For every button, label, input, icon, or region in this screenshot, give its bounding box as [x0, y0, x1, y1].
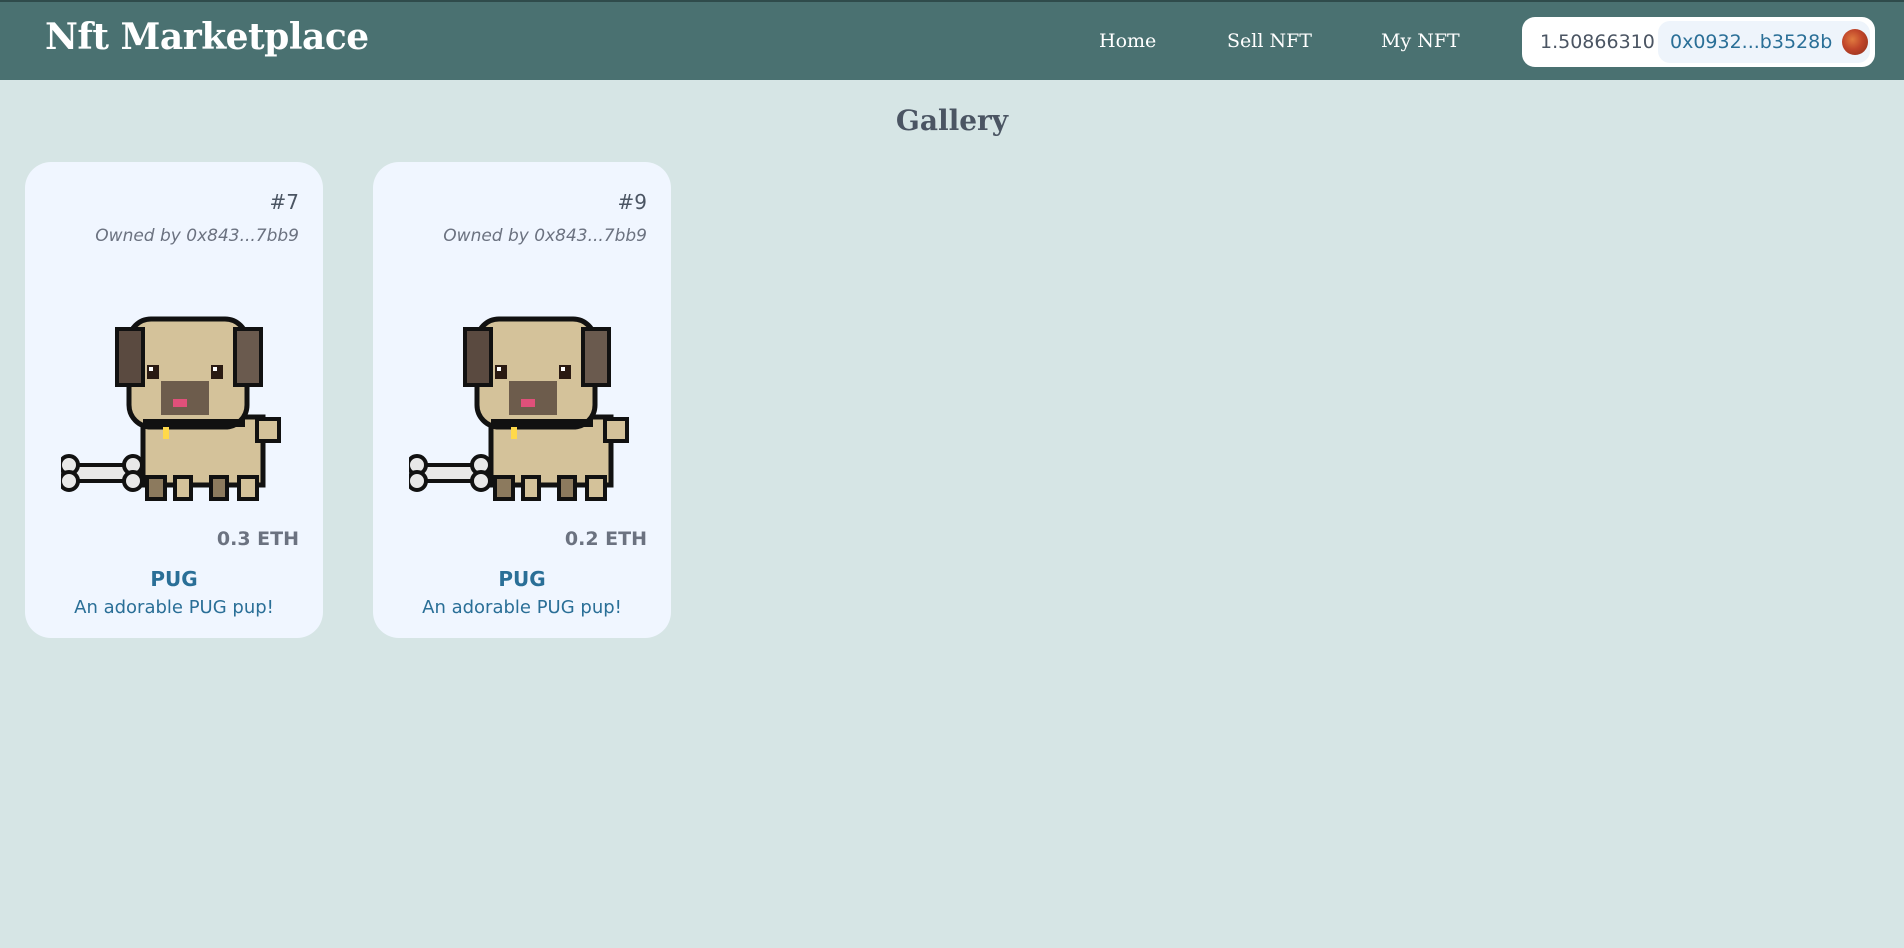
nav-my-nft-link[interactable]: My NFT	[1381, 30, 1460, 52]
wallet-avatar-icon	[1842, 29, 1868, 55]
brand-title[interactable]: Nft Marketplace	[45, 16, 369, 58]
wallet-widget[interactable]: 1.50866310 0x0932...b3528b	[1522, 17, 1875, 67]
page-title: Gallery	[895, 104, 1009, 137]
wallet-address: 0x0932...b3528b	[1670, 31, 1833, 53]
pug-image-icon	[61, 316, 281, 501]
nft-owner: Owned by 0x843...7bb9	[95, 226, 299, 246]
nft-description: An adorable PUG pup!	[422, 597, 622, 618]
nft-name: PUG	[498, 567, 546, 591]
nft-token-id: #9	[617, 190, 647, 214]
nft-price: 0.3 ETH	[216, 528, 299, 550]
nft-card[interactable]: #7 Owned by 0x843...7bb9 0.3 ETH PUG An …	[25, 162, 323, 638]
nav-home-link[interactable]: Home	[1099, 30, 1156, 52]
pug-image-icon	[409, 316, 629, 501]
nft-description: An adorable PUG pup!	[74, 597, 274, 618]
nft-name: PUG	[150, 567, 198, 591]
nav-sell-nft-link[interactable]: Sell NFT	[1227, 30, 1312, 52]
nft-card[interactable]: #9 Owned by 0x843...7bb9 0.2 ETH PUG An …	[373, 162, 671, 638]
nft-token-id: #7	[269, 190, 299, 214]
nft-owner: Owned by 0x843...7bb9	[443, 226, 647, 246]
top-navbar: Nft Marketplace Home Sell NFT My NFT 1.5…	[0, 0, 1904, 80]
wallet-address-button[interactable]: 0x0932...b3528b	[1658, 21, 1870, 63]
wallet-balance: 1.50866310	[1540, 31, 1655, 53]
nft-price: 0.2 ETH	[564, 528, 647, 550]
